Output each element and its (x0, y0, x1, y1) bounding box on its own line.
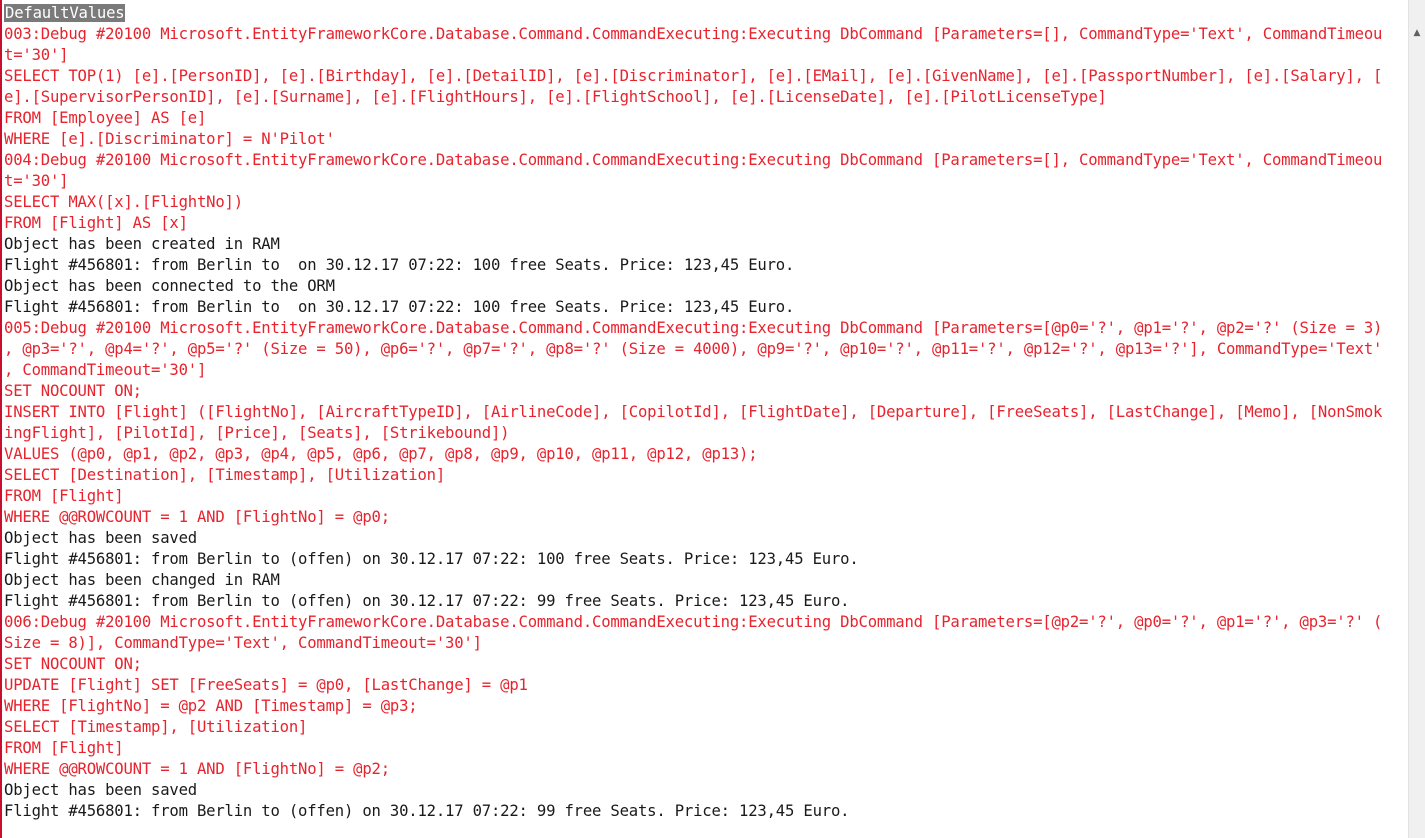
console-line-text: INSERT INTO [Flight] ([FlightNo], [Aircr… (4, 403, 1383, 421)
console-line-text: Object has been saved (4, 781, 197, 799)
console-line-text: SELECT TOP(1) [e].[PersonID], [e].[Birth… (4, 67, 1383, 85)
selected-text: DefaultValues (4, 4, 126, 22)
console-line-text: ingFlight], [PilotId], [Price], [Seats],… (4, 424, 510, 442)
console-line: SET NOCOUNT ON; (4, 381, 1408, 402)
console-line: 005:Debug #20100 Microsoft.EntityFramewo… (4, 318, 1408, 339)
console-line: Flight #456801: from Berlin to on 30.12.… (4, 255, 1408, 276)
console-line: Object has been created in RAM (4, 234, 1408, 255)
console-line: SELECT [Destination], [Timestamp], [Util… (4, 465, 1408, 486)
console-line-text: Flight #456801: from Berlin to (offen) o… (4, 550, 859, 568)
console-line-text: SELECT [Timestamp], [Utilization] (4, 718, 308, 736)
console-line: Object has been saved (4, 780, 1408, 801)
console-line: , CommandTimeout='30'] (4, 360, 1408, 381)
console-line: Flight #456801: from Berlin to (offen) o… (4, 801, 1408, 822)
scroll-up-button[interactable]: ▲ (1409, 24, 1425, 41)
console-line: WHERE [FlightNo] = @p2 AND [Timestamp] =… (4, 696, 1408, 717)
console-line-text: 006:Debug #20100 Microsoft.EntityFramewo… (4, 613, 1383, 631)
console-line: Flight #456801: from Berlin to (offen) o… (4, 591, 1408, 612)
console-line-text: Object has been created in RAM (4, 235, 280, 253)
console-line-text: Size = 8)], CommandType='Text', CommandT… (4, 634, 482, 652)
console-line: Flight #456801: from Berlin to on 30.12.… (4, 297, 1408, 318)
console-line-text: FROM [Employee] AS [e] (4, 109, 207, 127)
console-line: INSERT INTO [Flight] ([FlightNo], [Aircr… (4, 402, 1408, 423)
console-line-text: SET NOCOUNT ON; (4, 655, 142, 673)
console-line: 003:Debug #20100 Microsoft.EntityFramewo… (4, 24, 1408, 45)
console-line: t='30'] (4, 171, 1408, 192)
console-line: UPDATE [Flight] SET [FreeSeats] = @p0, [… (4, 675, 1408, 696)
console-line-text: , CommandTimeout='30'] (4, 361, 207, 379)
console-line-text: FROM [Flight] (4, 739, 124, 757)
console-line: VALUES (@p0, @p1, @p2, @p3, @p4, @p5, @p… (4, 444, 1408, 465)
chevron-up-icon: ▲ (1413, 27, 1421, 38)
console-line-text: WHERE @@ROWCOUNT = 1 AND [FlightNo] = @p… (4, 508, 390, 526)
console-line-text: WHERE [e].[Discriminator] = N'Pilot' (4, 130, 335, 148)
scrollbar-track[interactable] (1409, 41, 1425, 838)
console-line: e].[SupervisorPersonID], [e].[Surname], … (4, 87, 1408, 108)
console-line-text: VALUES (@p0, @p1, @p2, @p3, @p4, @p5, @p… (4, 445, 758, 463)
console-line-text: 004:Debug #20100 Microsoft.EntityFramewo… (4, 151, 1383, 169)
console-line-text: WHERE @@ROWCOUNT = 1 AND [FlightNo] = @p… (4, 760, 390, 778)
console-line-text: FROM [Flight] (4, 487, 124, 505)
console-line: 004:Debug #20100 Microsoft.EntityFramewo… (4, 150, 1408, 171)
console-line: WHERE @@ROWCOUNT = 1 AND [FlightNo] = @p… (4, 507, 1408, 528)
console-line: Flight #456801: from Berlin to (offen) o… (4, 549, 1408, 570)
console-line: FROM [Employee] AS [e] (4, 108, 1408, 129)
console-line-text: Object has been connected to the ORM (4, 277, 335, 295)
console-line: SELECT [Timestamp], [Utilization] (4, 717, 1408, 738)
console-line: FROM [Flight] (4, 486, 1408, 507)
console-line-text: , @p3='?', @p4='?', @p5='?' (Size = 50),… (4, 340, 1383, 358)
console-line: Size = 8)], CommandType='Text', CommandT… (4, 633, 1408, 654)
console-line-text: Flight #456801: from Berlin to on 30.12.… (4, 256, 795, 274)
console-line: WHERE [e].[Discriminator] = N'Pilot' (4, 129, 1408, 150)
console-line: ingFlight], [PilotId], [Price], [Seats],… (4, 423, 1408, 444)
console-line-text: SET NOCOUNT ON; (4, 382, 142, 400)
console-line-text: Flight #456801: from Berlin to on 30.12.… (4, 298, 795, 316)
console-line-text: 003:Debug #20100 Microsoft.EntityFramewo… (4, 25, 1383, 43)
console-line: Object has been connected to the ORM (4, 276, 1408, 297)
console-line-text: 005:Debug #20100 Microsoft.EntityFramewo… (4, 319, 1383, 337)
console-line: SET NOCOUNT ON; (4, 654, 1408, 675)
console-line-text: SELECT [Destination], [Timestamp], [Util… (4, 466, 446, 484)
console-line: Object has been saved (4, 528, 1408, 549)
console-line: 006:Debug #20100 Microsoft.EntityFramewo… (4, 612, 1408, 633)
console-line-text: UPDATE [Flight] SET [FreeSeats] = @p0, [… (4, 676, 528, 694)
console-line: WHERE @@ROWCOUNT = 1 AND [FlightNo] = @p… (4, 759, 1408, 780)
console-line: t='30'] (4, 45, 1408, 66)
vertical-scrollbar[interactable]: ▲ (1408, 0, 1425, 838)
console-line-text: Flight #456801: from Berlin to (offen) o… (4, 802, 850, 820)
console-line-text: t='30'] (4, 46, 69, 64)
console-line-text: Object has been changed in RAM (4, 571, 280, 589)
console-line-text: Object has been saved (4, 529, 197, 547)
console-line: , @p3='?', @p4='?', @p5='?' (Size = 50),… (4, 339, 1408, 360)
console-line: FROM [Flight] AS [x] (4, 213, 1408, 234)
console-line: FROM [Flight] (4, 738, 1408, 759)
console-line: SELECT TOP(1) [e].[PersonID], [e].[Birth… (4, 66, 1408, 87)
console-line-text: SELECT MAX([x].[FlightNo]) (4, 193, 243, 211)
console-line-text: Flight #456801: from Berlin to (offen) o… (4, 592, 850, 610)
console-line: Object has been changed in RAM (4, 570, 1408, 591)
console-line-text: WHERE [FlightNo] = @p2 AND [Timestamp] =… (4, 697, 418, 715)
console-line: SELECT MAX([x].[FlightNo]) (4, 192, 1408, 213)
console-line-text: FROM [Flight] AS [x] (4, 214, 188, 232)
console-line: DefaultValues (4, 3, 1408, 24)
console-output[interactable]: DefaultValues 003:Debug #20100 Microsoft.… (0, 0, 1408, 838)
console-line-text: t='30'] (4, 172, 69, 190)
console-line-text: e].[SupervisorPersonID], [e].[Surname], … (4, 88, 1107, 106)
